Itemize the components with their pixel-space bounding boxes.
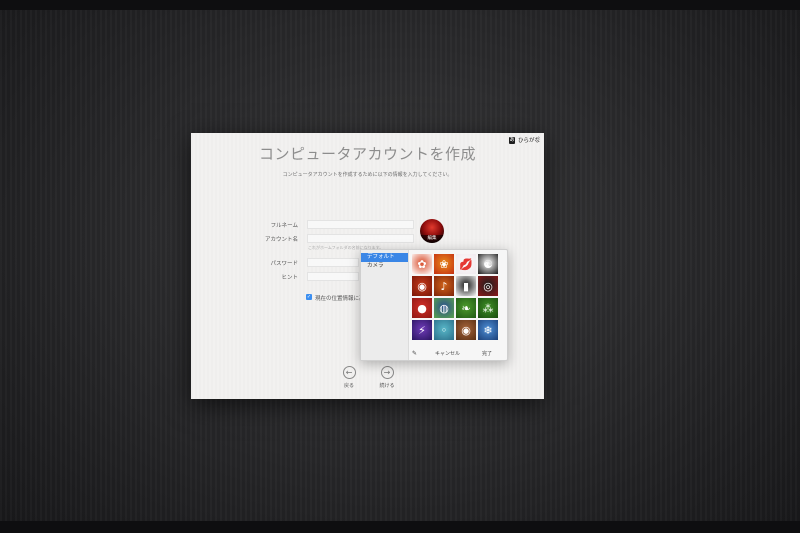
back-button[interactable]: ← 戻る (334, 366, 364, 389)
leaf-picture[interactable]: ❧ (456, 298, 476, 318)
avatar-edit-label[interactable]: 編集 (420, 235, 444, 243)
cancel-button[interactable]: キャンセル (435, 350, 460, 357)
page-title: コンピュータアカウントを作成 (258, 145, 476, 163)
grass-picture[interactable]: ⁂ (478, 298, 498, 318)
vinyl-picture[interactable]: ◎ (478, 276, 498, 296)
picker-source-default[interactable]: デフォルト (361, 253, 408, 262)
back-label: 戻る (343, 383, 354, 389)
continue-label: 続ける (379, 383, 395, 389)
top-edge (0, 0, 800, 10)
location-checkbox[interactable]: ✓ (306, 294, 312, 300)
piano-picture[interactable]: ▮ (456, 276, 476, 296)
fullname-label: フルネーム (270, 223, 298, 229)
lips-picture[interactable]: 💋 (456, 254, 476, 274)
eggs-picture[interactable]: ◦ (434, 320, 454, 340)
password-label: パスワード (270, 261, 298, 267)
account-name-field[interactable] (307, 234, 414, 243)
account-name-label: アカウント名 (264, 237, 298, 243)
page-subtitle: コンピュータアカウントを作成するために以下の情報を入力してください。 (282, 172, 453, 178)
yin-yang-picture[interactable]: ☯ (478, 254, 498, 274)
continue-button[interactable]: → 続ける (372, 366, 402, 389)
pencil-icon[interactable]: ✎ (412, 350, 417, 357)
hint-field[interactable] (307, 272, 359, 281)
lightning-picture[interactable]: ⚡ (412, 320, 432, 340)
done-button[interactable]: 完了 (482, 350, 492, 357)
bottom-edge (0, 521, 800, 533)
shell-picture[interactable]: ◉ (456, 320, 476, 340)
setup-window: あ ひらがな ⌃ コンピュータアカウントを作成 コンピュータアカウントを作成する… (191, 133, 544, 399)
earth-picture[interactable]: ◍ (434, 298, 454, 318)
guitar-picture[interactable]: ♪ (434, 276, 454, 296)
picker-sidebar: デフォルト カメラ (361, 250, 409, 360)
picker-source-camera[interactable]: カメラ (361, 262, 408, 271)
flower-picture[interactable]: ❀ (434, 254, 454, 274)
ball-picture[interactable]: ● (412, 298, 432, 318)
arrow-left-icon: ← (342, 366, 356, 379)
location-checkbox-label: 現在の位置情報に基 (315, 296, 365, 302)
arrow-right-icon: → (380, 366, 394, 379)
chevron-updown-icon[interactable]: ⌃ (536, 136, 541, 143)
drum-picture[interactable]: ◉ (412, 276, 432, 296)
ladybug-picture[interactable]: ✿ (412, 254, 432, 274)
snowflake-picture[interactable]: ❄ (478, 320, 498, 340)
fullname-field[interactable] (307, 220, 414, 229)
hint-label: ヒント (281, 275, 298, 281)
password-field[interactable] (307, 258, 359, 267)
picture-grid: ✿ ❀ 💋 ☯ ◉ ♪ ▮ ◎ ● ◍ ❧ ⁂ ⚡ ◦ ◉ ❄ (412, 254, 498, 340)
picker-footer: ✎ キャンセル 完了 (412, 349, 507, 358)
picture-picker-popover: デフォルト カメラ ✿ ❀ 💋 ☯ ◉ ♪ ▮ ◎ ● ◍ ❧ ⁂ ⚡ ◦ ◉ ❄ ✎ キャンセル 完了 (360, 249, 508, 361)
avatar[interactable]: 編集 (420, 219, 444, 243)
